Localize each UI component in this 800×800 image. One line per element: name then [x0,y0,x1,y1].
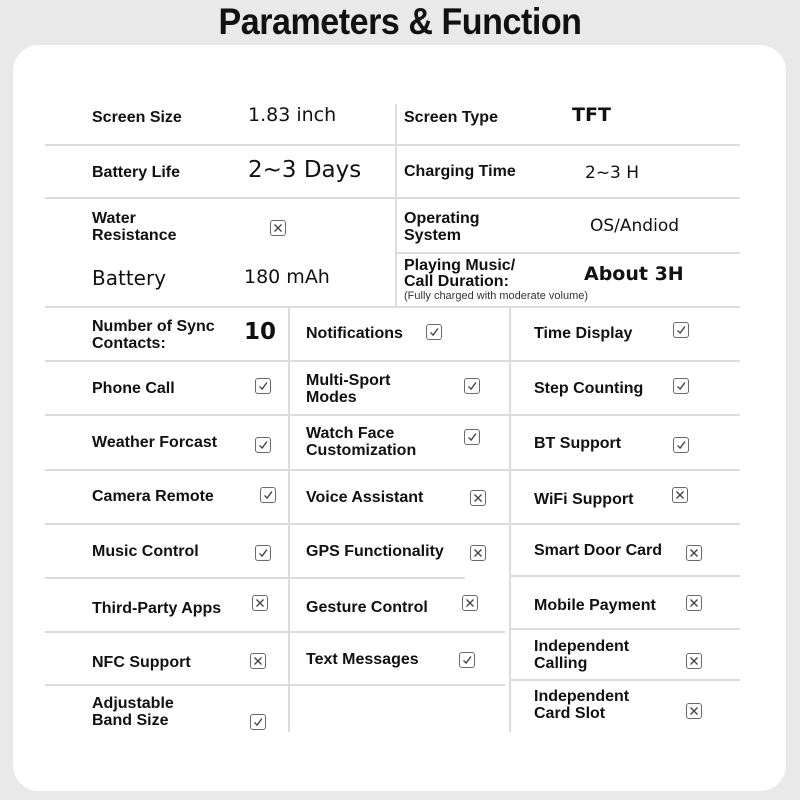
feature-label: Step Counting [534,380,644,397]
divider [45,144,740,146]
feature-label: Music Control [92,543,199,560]
cross-icon [470,490,486,506]
cross-icon [686,653,702,669]
cross-icon [686,595,702,611]
battery-life-label: Battery Life [92,164,181,181]
feature-label: Text Messages [306,651,419,668]
cross-icon [250,653,266,669]
checkmark-icon [255,378,271,394]
checkmark-icon [255,545,271,561]
feature-label: NFC Support [92,654,191,671]
checkmark-icon [673,322,689,338]
feature-label: Watch Face [306,425,395,442]
checkmark-icon [250,714,266,730]
divider [288,307,290,732]
feature-label: Customization [306,442,417,459]
playing-music-label-1: Playing Music/ [404,257,516,274]
feature-label: GPS Functionality [306,543,444,560]
cross-icon [686,703,702,719]
feature-label: WiFi Support [534,491,634,508]
charging-time-value: 2~3 H [585,163,640,183]
checkmark-icon [426,324,442,340]
charging-time-label: Charging Time [404,163,516,180]
feature-label: Smart Door Card [534,542,663,559]
water-resistance-label-1: Water [92,210,136,227]
feature-label: Third-Party Apps [92,600,222,617]
screen-size-label: Screen Size [92,109,182,126]
battery-life-value: 2~3 Days [248,157,362,183]
divider [45,469,740,471]
feature-label: Independent [534,638,630,655]
checkmark-icon [464,378,480,394]
feature-label: Band Size [92,712,169,729]
divider [45,577,465,579]
feature-label: Phone Call [92,380,175,397]
divider [45,197,740,199]
sync-contacts-label-2: Contacts: [92,335,166,352]
feature-label: Adjustable [92,695,174,712]
divider [45,360,740,362]
cross-icon [470,545,486,561]
playing-music-value: About 3H [584,263,684,285]
divider [510,628,740,630]
checkmark-icon [464,429,480,445]
cross-icon [270,220,286,236]
divider [45,523,740,525]
playing-music-label-2: Call Duration: [404,273,509,290]
operating-system-label-1: Operating [404,210,480,227]
screen-type-label: Screen Type [404,109,498,126]
battery-label: Battery [92,266,167,290]
divider [396,252,740,254]
checkmark-icon [673,378,689,394]
playing-music-note: (Fully charged with moderate volume) [404,290,589,302]
cross-icon [462,595,478,611]
feature-label: Camera Remote [92,488,214,505]
cross-icon [686,545,702,561]
divider [45,684,505,686]
divider [45,306,740,308]
feature-label: Voice Assistant [306,489,424,506]
divider [45,631,505,633]
feature-label: Time Display [534,325,633,342]
checkmark-icon [673,437,689,453]
operating-system-label-2: System [404,227,461,244]
sync-contacts-value: 10 [244,319,277,345]
divider [45,414,740,416]
feature-label: Mobile Payment [534,597,656,614]
water-resistance-label-2: Resistance [92,227,177,244]
checkmark-icon [260,487,276,503]
divider [395,104,397,307]
feature-label: Card Slot [534,705,606,722]
battery-value: 180 mAh [244,266,330,288]
page-title: Parameters & Function [218,1,582,42]
screen-size-value: 1.83 inch [248,104,337,126]
operating-system-value: OS/Andiod [590,216,680,236]
feature-label: Calling [534,655,588,672]
feature-label: Modes [306,389,357,406]
feature-label: Independent [534,688,630,705]
feature-label: Gesture Control [306,599,428,616]
feature-label: Weather Forcast [92,434,218,451]
sync-contacts-label-1: Number of Sync [92,318,215,335]
checkmark-icon [255,437,271,453]
cross-icon [672,487,688,503]
divider [510,575,740,577]
checkmark-icon [459,652,475,668]
divider [510,679,740,681]
feature-label: Notifications [306,325,403,342]
cross-icon [252,595,268,611]
feature-label: Multi-Sport [306,372,391,389]
screen-type-value: TFT [572,104,611,126]
feature-label: BT Support [534,435,622,452]
divider [509,307,511,732]
